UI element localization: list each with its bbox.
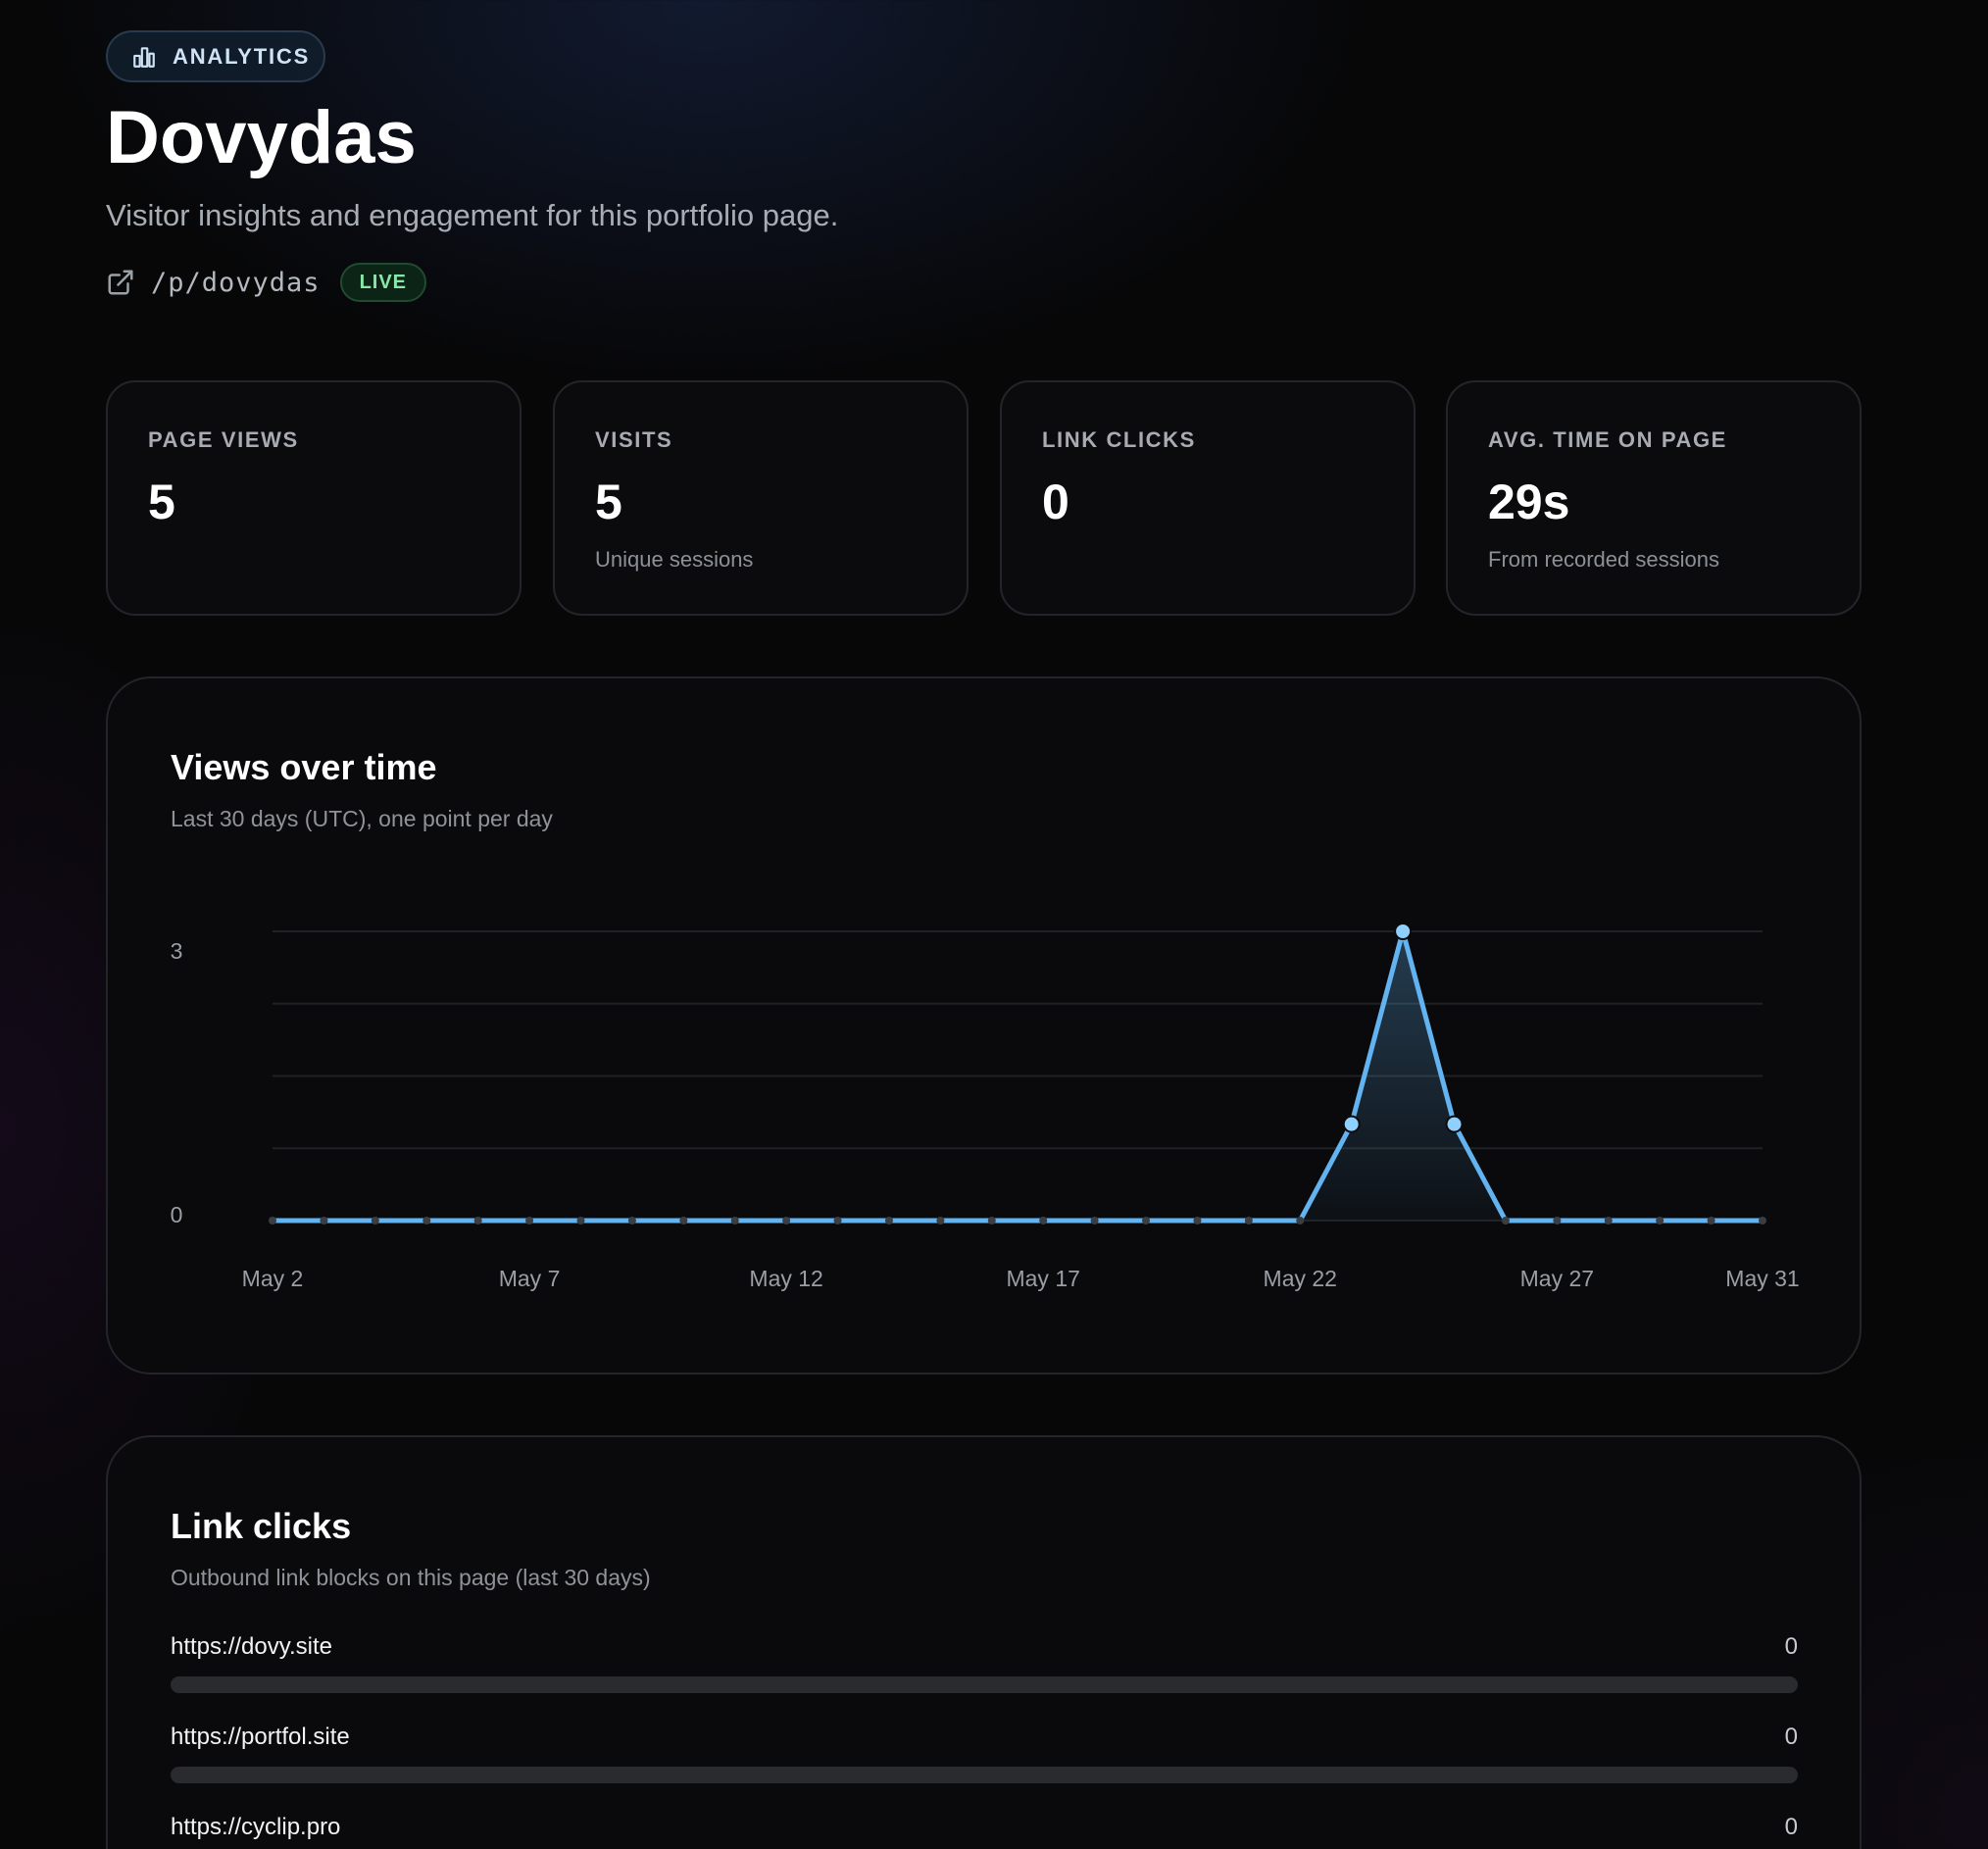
stat-label: VISITS (595, 427, 673, 452)
views-point (1707, 1217, 1715, 1224)
link-row: https://portfol.site 0 (171, 1724, 1798, 1802)
views-point (730, 1217, 739, 1224)
page-url-link[interactable]: /p/dovydas (151, 268, 321, 298)
external-link-icon[interactable] (106, 268, 135, 297)
views-point (1445, 1115, 1464, 1133)
stat-card-link-clicks: LINK CLICKS 0 (1000, 380, 1416, 616)
views-point (1142, 1217, 1151, 1224)
views-chart: 3 0 May 2 May 7 May 12 May 17 May 22 May 27 May … (171, 923, 1800, 1291)
stat-value: 5 (595, 475, 622, 529)
stat-value: 0 (1042, 475, 1069, 529)
views-point (269, 1217, 276, 1224)
views-point (473, 1217, 482, 1224)
live-status-badge: LIVE (339, 263, 427, 302)
views-point (525, 1217, 534, 1224)
stat-value: 29s (1488, 475, 1570, 529)
views-point (371, 1217, 379, 1224)
stat-label: PAGE VIEWS (148, 427, 299, 452)
link-row: https://cyclip.pro 0 (171, 1814, 1798, 1849)
y-tick-label: 0 (171, 1202, 183, 1227)
link-url[interactable]: https://cyclip.pro (171, 1814, 340, 1841)
stat-card-page-views: PAGE VIEWS 5 (106, 380, 522, 616)
views-point (1090, 1217, 1099, 1224)
views-point (1656, 1217, 1665, 1224)
views-point (1244, 1217, 1253, 1224)
card-subtitle: Outbound link blocks on this page (last … (171, 1565, 651, 1590)
x-tick-label: May 7 (499, 1266, 561, 1291)
link-click-count: 0 (1784, 1633, 1798, 1660)
x-tick-label: May 22 (1264, 1266, 1337, 1291)
stat-card-avg-time: AVG. TIME ON PAGE 29s From recorded sess… (1446, 380, 1862, 616)
views-point (1501, 1217, 1510, 1224)
analytics-page: ANALYTICS Dovydas Visitor insights and e… (106, 0, 1862, 1849)
views-point (320, 1217, 328, 1224)
x-tick-label: May 17 (1006, 1266, 1079, 1291)
x-tick-label: May 31 (1725, 1266, 1799, 1291)
views-point (1604, 1217, 1613, 1224)
views-point (1193, 1217, 1202, 1224)
views-point (1296, 1217, 1305, 1224)
x-tick-label: May 12 (749, 1266, 822, 1291)
views-point (782, 1217, 791, 1224)
views-point (627, 1217, 636, 1224)
stat-card-visits: VISITS 5 Unique sessions (553, 380, 969, 616)
page-subtitle: Visitor insights and engagement for this… (106, 198, 839, 232)
badge-label: ANALYTICS (173, 43, 311, 69)
link-url[interactable]: https://dovy.site (171, 1633, 332, 1661)
link-row: https://dovy.site 0 (171, 1633, 1798, 1712)
views-point (422, 1217, 431, 1224)
stat-value: 5 (148, 475, 175, 529)
views-point (833, 1217, 842, 1224)
page-title: Dovydas (106, 96, 417, 179)
stat-subtext: Unique sessions (595, 547, 754, 572)
x-tick-label: May 2 (242, 1266, 304, 1291)
views-point (1553, 1217, 1562, 1224)
views-point (576, 1217, 585, 1224)
link-url[interactable]: https://portfol.site (171, 1724, 350, 1751)
page-url-row: /p/dovydas LIVE (106, 261, 427, 304)
link-progress-bar (171, 1767, 1798, 1783)
views-point (679, 1217, 688, 1224)
stat-subtext: From recorded sessions (1488, 547, 1719, 572)
y-tick-label: 3 (171, 938, 183, 964)
card-title: Link clicks (171, 1506, 352, 1546)
views-point (1394, 923, 1413, 940)
link-click-count: 0 (1784, 1724, 1798, 1750)
link-click-count: 0 (1784, 1814, 1798, 1840)
link-progress-bar (171, 1676, 1798, 1693)
views-point (1039, 1217, 1048, 1224)
x-tick-label: May 27 (1520, 1266, 1594, 1291)
bar-chart-icon (133, 46, 155, 68)
stats-row: PAGE VIEWS 5 VISITS 5 Unique sessions LI… (106, 380, 1862, 616)
stat-label: LINK CLICKS (1042, 427, 1196, 452)
views-point (1759, 1217, 1766, 1224)
analytics-badge: ANALYTICS (106, 30, 325, 82)
views-over-time-card: Views over time Last 30 days (UTC), one … (106, 676, 1862, 1374)
link-clicks-card: Link clicks Outbound link blocks on this… (106, 1435, 1862, 1849)
views-point (987, 1217, 996, 1224)
stat-label: AVG. TIME ON PAGE (1488, 427, 1727, 452)
views-point (1342, 1115, 1361, 1133)
views-point (936, 1217, 945, 1224)
views-point (884, 1217, 893, 1224)
